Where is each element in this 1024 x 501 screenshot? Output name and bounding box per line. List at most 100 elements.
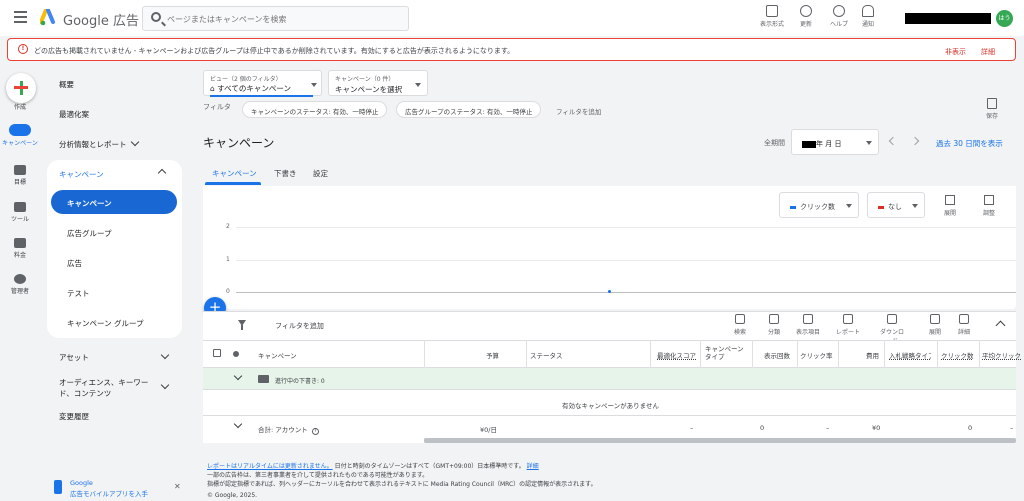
campaign-selector[interactable]: キャンペーン（0 件） キャンペーンを選択 — [328, 70, 428, 96]
tune-icon — [984, 195, 994, 205]
empty-message: 有効なキャンペーンがありません — [562, 402, 659, 410]
more-icon — [959, 314, 969, 324]
metric-selector-1[interactable]: クリック数 — [779, 192, 859, 218]
view-selector[interactable]: ビュー（2 個のフィルタ） ⌂ すべてのキャンペーン — [203, 70, 322, 97]
footer-line-2: 一部の広告枠は、第三者事業者を介して提供されたものである可能性があります。 — [207, 472, 429, 479]
rail-item-billing[interactable]: 料金 — [0, 238, 40, 259]
nav-assets[interactable]: アセット — [59, 350, 170, 363]
nav-overview[interactable]: 概要 — [59, 79, 74, 90]
table-tool-more[interactable]: 詳細 — [950, 314, 978, 336]
date-range-picker[interactable]: 年 月 日 — [791, 129, 879, 155]
column-header[interactable]: キャンペーン — [258, 350, 297, 360]
metric-selector-2[interactable]: なし — [867, 192, 925, 218]
rail-item-goals[interactable]: 目標 — [0, 165, 40, 186]
nav-insights[interactable]: 分析情報とレポート — [59, 137, 140, 150]
column-header[interactable]: クリック数 — [941, 350, 983, 360]
phone-icon — [54, 480, 62, 494]
next-period-icon[interactable] — [910, 136, 920, 146]
nav-change-history[interactable]: 変更履歴 — [59, 411, 89, 422]
column-header[interactable]: 費用 — [866, 350, 879, 360]
filter-chip-campaign-status[interactable]: キャンペーンのステータス: 有効、一時停止 — [242, 101, 388, 118]
footer-details-link[interactable]: 詳細 — [527, 463, 539, 470]
table-add-filter[interactable]: フィルタを追加 — [275, 321, 324, 331]
chart-expand-button[interactable]: 展開 — [944, 195, 956, 217]
help-icon[interactable]: ? — [311, 428, 319, 435]
filter-chip-adgroup-status[interactable]: 広告グループのステータス: 有効、一時停止 — [396, 101, 542, 118]
dropdown-caret-icon — [846, 204, 852, 208]
column-header[interactable]: キャンペーン タイプ — [705, 345, 747, 361]
rail-item-campaigns[interactable]: キャンペーン — [0, 124, 40, 147]
chart-data-point — [608, 290, 611, 293]
select-all-checkbox[interactable] — [213, 349, 221, 357]
nav-campaigns-selected[interactable]: キャンペーン — [51, 190, 177, 214]
rail-item-tools[interactable]: ツール — [0, 202, 40, 223]
column-header[interactable]: 予算 — [486, 350, 499, 360]
column-header[interactable]: クリック率 — [800, 350, 833, 360]
expand-icon — [945, 195, 955, 205]
column-header[interactable]: ステータス — [530, 350, 563, 360]
horizontal-scrollbar[interactable] — [424, 438, 1016, 443]
tab-settings[interactable]: 設定 — [313, 168, 328, 179]
alert-details-link[interactable]: 詳細 — [981, 47, 995, 57]
notifications-button[interactable]: 通知 — [862, 5, 874, 28]
table-tool-segment[interactable]: 分類 — [760, 314, 788, 336]
prev-period-icon[interactable] — [888, 136, 898, 146]
chevron-down-icon — [130, 137, 140, 147]
column-header[interactable]: 入札戦略タイプ — [889, 350, 931, 360]
page-title: キャンペーン — [203, 136, 275, 150]
rail-item-admin[interactable]: 管理者 — [0, 274, 40, 295]
search-box[interactable] — [142, 6, 409, 31]
table-tool-search[interactable]: 検索 — [726, 314, 754, 336]
help-button[interactable]: ヘルプ — [830, 5, 848, 28]
y-tick-label: 0 — [226, 288, 230, 295]
search-icon — [735, 314, 745, 324]
footer-line-1: レポートはリアルタイムには更新されません。 日付と時刻のタイムゾーンはすべて（G… — [207, 463, 539, 470]
search-input[interactable] — [167, 10, 397, 28]
chart-baseline — [236, 292, 1016, 293]
column-header[interactable]: 表示回数 — [764, 350, 790, 360]
nav-ads[interactable]: 広告 — [67, 258, 82, 269]
mobile-app-promo[interactable]: Google 広告モバイルアプリを入手 ✕ — [46, 477, 186, 501]
series-color-swatch — [790, 205, 796, 209]
column-header[interactable]: 最適化スコア — [657, 350, 696, 360]
y-tick-label: 2 — [226, 223, 230, 230]
create-button[interactable] — [6, 73, 36, 103]
copyright: © Google, 2025. — [207, 492, 258, 499]
nav-recommendations[interactable]: 最適化案 — [59, 109, 89, 120]
show-last-30-days-link[interactable]: 過去 30 日間を表示 — [936, 138, 1003, 149]
save-button[interactable]: 保存 — [986, 98, 998, 120]
total-value: – — [826, 424, 830, 432]
account-name-redacted[interactable] — [905, 13, 991, 24]
menu-icon[interactable] — [14, 11, 27, 23]
column-header[interactable]: 平均クリック — [982, 350, 1024, 360]
table-tool-columns[interactable]: 表示項目 — [794, 314, 822, 336]
nav-experiments[interactable]: テスト — [67, 288, 90, 299]
tab-campaigns[interactable]: キャンペーン — [212, 168, 257, 179]
wrench-icon — [14, 202, 26, 212]
megaphone-icon — [9, 124, 31, 136]
dismiss-button[interactable]: 非表示 — [945, 47, 966, 57]
table-tool-reports[interactable]: レポート — [834, 314, 862, 336]
avatar[interactable]: はう — [996, 10, 1013, 27]
y-tick-label: 1 — [226, 255, 230, 263]
refresh-button[interactable]: 更新 — [800, 5, 812, 28]
chevron-down-icon — [160, 350, 170, 360]
nav-audiences[interactable]: オーディエンス、キーワード、コンテンツ — [59, 377, 170, 399]
tab-drafts[interactable]: 下書き — [274, 168, 297, 179]
appearance-button[interactable]: 表示形式 — [760, 5, 784, 28]
gear-icon — [14, 274, 26, 284]
filter-icon[interactable] — [238, 320, 246, 330]
total-value: 0 — [968, 424, 973, 432]
chart-adjust-button[interactable]: 調整 — [983, 195, 995, 217]
table-tool-expand[interactable]: 展開 — [921, 314, 949, 336]
realtime-notice-link[interactable]: レポートはリアルタイムには更新されません。 — [207, 463, 333, 470]
nav-campaign-groups[interactable]: キャンペーン グループ — [67, 318, 144, 329]
close-icon[interactable]: ✕ — [174, 482, 181, 491]
gridline — [236, 259, 1016, 261]
search-icon — [151, 12, 161, 22]
add-filter-link[interactable]: フィルタを追加 — [556, 106, 601, 116]
help-icon — [833, 5, 845, 17]
nav-ad-groups[interactable]: 広告グループ — [67, 228, 112, 239]
chevron-up-icon[interactable] — [157, 168, 167, 178]
nav-campaigns-header[interactable]: キャンペーン — [59, 169, 104, 180]
